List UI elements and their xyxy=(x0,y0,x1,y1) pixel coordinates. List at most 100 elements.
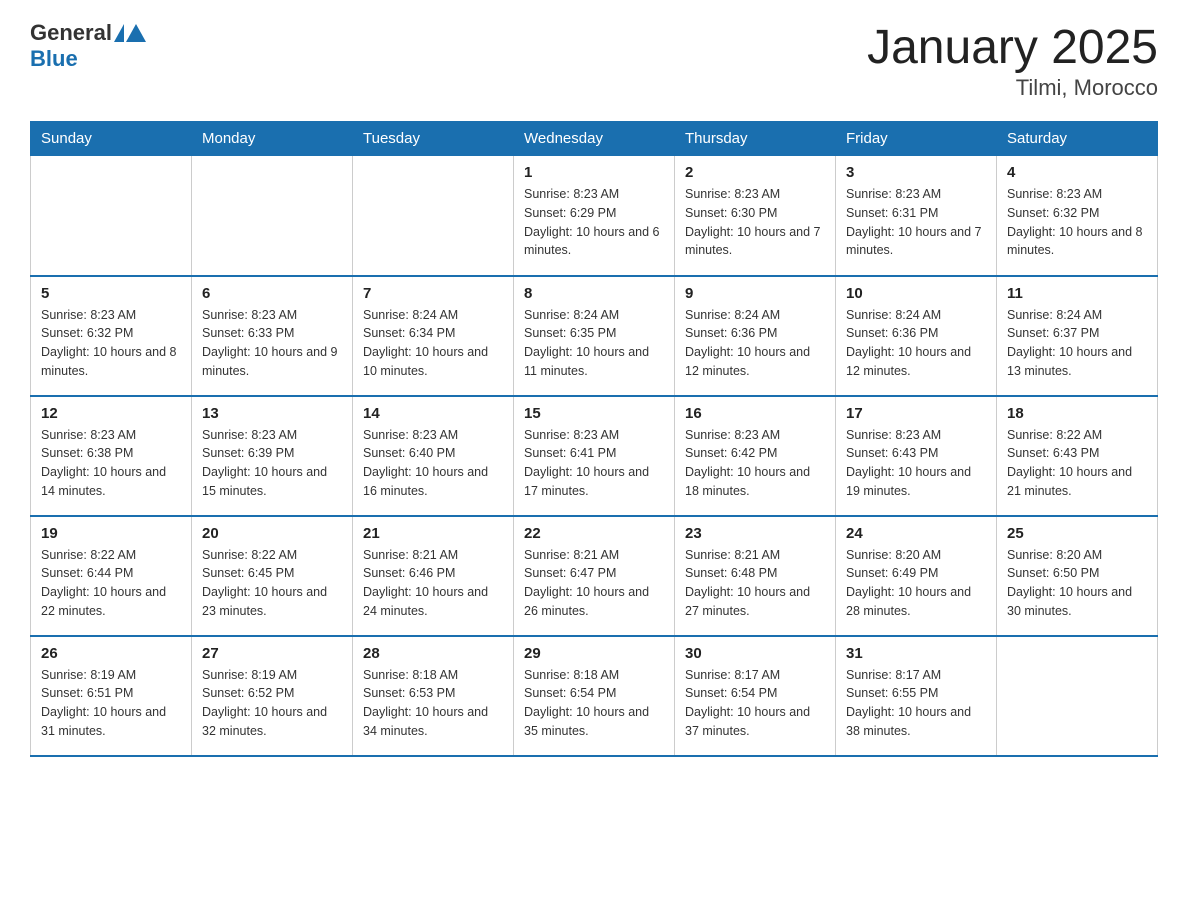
calendar-cell: 30 Sunrise: 8:17 AM Sunset: 6:54 PM Dayli… xyxy=(675,636,836,756)
calendar-cell xyxy=(353,156,514,276)
day-info: Sunrise: 8:17 AM Sunset: 6:54 PM Dayligh… xyxy=(685,666,825,741)
calendar-table: SundayMondayTuesdayWednesdayThursdayFrid… xyxy=(30,121,1158,757)
logo-general-text: General xyxy=(30,20,112,46)
calendar-cell: 1 Sunrise: 8:23 AM Sunset: 6:29 PM Daylig… xyxy=(514,156,675,276)
calendar-cell: 19Sunrise: 8:22 AM Sunset: 6:44 PM Dayli… xyxy=(31,516,192,636)
day-info: Sunrise: 8:18 AM Sunset: 6:54 PM Dayligh… xyxy=(524,666,664,741)
calendar-cell: 28Sunrise: 8:18 AM Sunset: 6:53 PM Dayli… xyxy=(353,636,514,756)
calendar-day-header: Sunday xyxy=(31,122,192,156)
calendar-week-row: 12Sunrise: 8:23 AM Sunset: 6:38 PM Dayli… xyxy=(31,396,1158,516)
day-info: Sunrise: 8:21 AM Sunset: 6:47 PM Dayligh… xyxy=(524,546,664,621)
day-info: Sunrise: 8:24 AM Sunset: 6:35 PM Dayligh… xyxy=(524,306,664,381)
calendar-day-header: Saturday xyxy=(997,122,1158,156)
day-number: 20 xyxy=(202,525,342,542)
day-number: 17 xyxy=(846,405,986,422)
day-number: 3 xyxy=(846,164,986,181)
day-number: 7 xyxy=(363,285,503,302)
day-info: Sunrise: 8:23 AM Sunset: 6:42 PM Dayligh… xyxy=(685,426,825,501)
day-number: 28 xyxy=(363,645,503,662)
calendar-day-header: Friday xyxy=(836,122,997,156)
calendar-cell: 13 Sunrise: 8:23 AM Sunset: 6:39 PM Dayli… xyxy=(192,396,353,516)
calendar-cell: 9 Sunrise: 8:24 AM Sunset: 6:36 PM Daylig… xyxy=(675,276,836,396)
day-info: Sunrise: 8:23 AM Sunset: 6:39 PM Dayligh… xyxy=(202,426,342,501)
day-info: Sunrise: 8:23 AM Sunset: 6:38 PM Dayligh… xyxy=(41,426,181,501)
day-number: 23 xyxy=(685,525,825,542)
calendar-cell: 12Sunrise: 8:23 AM Sunset: 6:38 PM Dayli… xyxy=(31,396,192,516)
day-info: Sunrise: 8:22 AM Sunset: 6:44 PM Dayligh… xyxy=(41,546,181,621)
calendar-cell: 21 Sunrise: 8:21 AM Sunset: 6:46 PM Dayli… xyxy=(353,516,514,636)
day-info: Sunrise: 8:23 AM Sunset: 6:41 PM Dayligh… xyxy=(524,426,664,501)
calendar-cell: 29 Sunrise: 8:18 AM Sunset: 6:54 PM Dayli… xyxy=(514,636,675,756)
calendar-cell: 14 Sunrise: 8:23 AM Sunset: 6:40 PM Dayli… xyxy=(353,396,514,516)
day-info: Sunrise: 8:23 AM Sunset: 6:40 PM Dayligh… xyxy=(363,426,503,501)
day-info: Sunrise: 8:20 AM Sunset: 6:49 PM Dayligh… xyxy=(846,546,986,621)
calendar-week-row: 5 Sunrise: 8:23 AM Sunset: 6:32 PM Daylig… xyxy=(31,276,1158,396)
day-number: 30 xyxy=(685,645,825,662)
calendar-cell: 5 Sunrise: 8:23 AM Sunset: 6:32 PM Daylig… xyxy=(31,276,192,396)
day-number: 25 xyxy=(1007,525,1147,542)
day-number: 2 xyxy=(685,164,825,181)
calendar-cell: 18 Sunrise: 8:22 AM Sunset: 6:43 PM Dayli… xyxy=(997,396,1158,516)
calendar-cell: 31 Sunrise: 8:17 AM Sunset: 6:55 PM Dayli… xyxy=(836,636,997,756)
day-info: Sunrise: 8:22 AM Sunset: 6:43 PM Dayligh… xyxy=(1007,426,1147,501)
page-subtitle: Tilmi, Morocco xyxy=(867,75,1158,101)
day-number: 24 xyxy=(846,525,986,542)
day-number: 10 xyxy=(846,285,986,302)
day-info: Sunrise: 8:23 AM Sunset: 6:32 PM Dayligh… xyxy=(41,306,181,381)
calendar-cell xyxy=(192,156,353,276)
calendar-cell: 25 Sunrise: 8:20 AM Sunset: 6:50 PM Dayli… xyxy=(997,516,1158,636)
calendar-cell: 10 Sunrise: 8:24 AM Sunset: 6:36 PM Dayli… xyxy=(836,276,997,396)
day-info: Sunrise: 8:17 AM Sunset: 6:55 PM Dayligh… xyxy=(846,666,986,741)
day-number: 1 xyxy=(524,164,664,181)
calendar-cell: 22 Sunrise: 8:21 AM Sunset: 6:47 PM Dayli… xyxy=(514,516,675,636)
day-number: 27 xyxy=(202,645,342,662)
day-number: 15 xyxy=(524,405,664,422)
day-info: Sunrise: 8:23 AM Sunset: 6:30 PM Dayligh… xyxy=(685,185,825,260)
calendar-cell: 27 Sunrise: 8:19 AM Sunset: 6:52 PM Dayli… xyxy=(192,636,353,756)
day-number: 31 xyxy=(846,645,986,662)
day-info: Sunrise: 8:23 AM Sunset: 6:43 PM Dayligh… xyxy=(846,426,986,501)
calendar-cell: 11Sunrise: 8:24 AM Sunset: 6:37 PM Dayli… xyxy=(997,276,1158,396)
calendar-cell: 16Sunrise: 8:23 AM Sunset: 6:42 PM Dayli… xyxy=(675,396,836,516)
day-number: 6 xyxy=(202,285,342,302)
day-info: Sunrise: 8:24 AM Sunset: 6:36 PM Dayligh… xyxy=(685,306,825,381)
day-info: Sunrise: 8:24 AM Sunset: 6:36 PM Dayligh… xyxy=(846,306,986,381)
day-number: 21 xyxy=(363,525,503,542)
day-number: 9 xyxy=(685,285,825,302)
day-info: Sunrise: 8:23 AM Sunset: 6:29 PM Dayligh… xyxy=(524,185,664,260)
calendar-cell: 17 Sunrise: 8:23 AM Sunset: 6:43 PM Dayli… xyxy=(836,396,997,516)
day-info: Sunrise: 8:21 AM Sunset: 6:46 PM Dayligh… xyxy=(363,546,503,621)
calendar-week-row: 26Sunrise: 8:19 AM Sunset: 6:51 PM Dayli… xyxy=(31,636,1158,756)
day-info: Sunrise: 8:23 AM Sunset: 6:31 PM Dayligh… xyxy=(846,185,986,260)
calendar-day-header: Thursday xyxy=(675,122,836,156)
day-info: Sunrise: 8:24 AM Sunset: 6:34 PM Dayligh… xyxy=(363,306,503,381)
calendar-week-row: 1 Sunrise: 8:23 AM Sunset: 6:29 PM Daylig… xyxy=(31,156,1158,276)
title-block: January 2025 Tilmi, Morocco xyxy=(867,20,1158,101)
calendar-header-row: SundayMondayTuesdayWednesdayThursdayFrid… xyxy=(31,122,1158,156)
calendar-cell xyxy=(997,636,1158,756)
calendar-cell: 2 Sunrise: 8:23 AM Sunset: 6:30 PM Daylig… xyxy=(675,156,836,276)
calendar-day-header: Monday xyxy=(192,122,353,156)
day-number: 22 xyxy=(524,525,664,542)
day-number: 14 xyxy=(363,405,503,422)
day-info: Sunrise: 8:23 AM Sunset: 6:32 PM Dayligh… xyxy=(1007,185,1147,260)
calendar-cell: 24 Sunrise: 8:20 AM Sunset: 6:49 PM Dayli… xyxy=(836,516,997,636)
day-number: 5 xyxy=(41,285,181,302)
calendar-cell: 3 Sunrise: 8:23 AM Sunset: 6:31 PM Daylig… xyxy=(836,156,997,276)
day-number: 13 xyxy=(202,405,342,422)
day-info: Sunrise: 8:19 AM Sunset: 6:51 PM Dayligh… xyxy=(41,666,181,741)
day-info: Sunrise: 8:21 AM Sunset: 6:48 PM Dayligh… xyxy=(685,546,825,621)
day-number: 4 xyxy=(1007,164,1147,181)
day-info: Sunrise: 8:19 AM Sunset: 6:52 PM Dayligh… xyxy=(202,666,342,741)
calendar-cell: 26Sunrise: 8:19 AM Sunset: 6:51 PM Dayli… xyxy=(31,636,192,756)
day-number: 18 xyxy=(1007,405,1147,422)
calendar-cell: 20Sunrise: 8:22 AM Sunset: 6:45 PM Dayli… xyxy=(192,516,353,636)
day-info: Sunrise: 8:20 AM Sunset: 6:50 PM Dayligh… xyxy=(1007,546,1147,621)
logo: General Blue xyxy=(30,20,146,72)
page-title: January 2025 xyxy=(867,20,1158,75)
calendar-cell: 4 Sunrise: 8:23 AM Sunset: 6:32 PM Daylig… xyxy=(997,156,1158,276)
day-number: 11 xyxy=(1007,285,1147,302)
day-number: 29 xyxy=(524,645,664,662)
day-number: 8 xyxy=(524,285,664,302)
calendar-cell: 8 Sunrise: 8:24 AM Sunset: 6:35 PM Daylig… xyxy=(514,276,675,396)
